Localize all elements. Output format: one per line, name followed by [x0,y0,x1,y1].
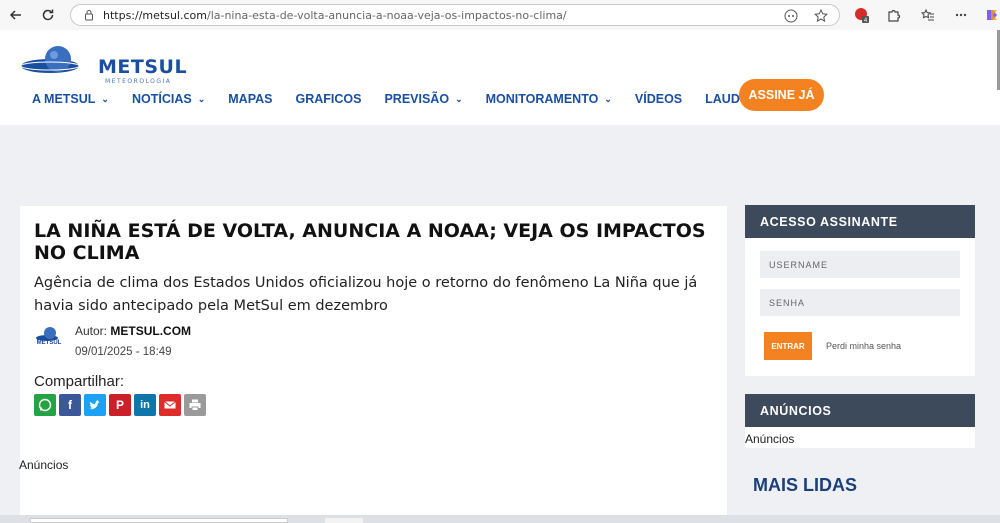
site-header: METSUL METEOROLOGIA A METSUL ⌄ NOTÍCIAS ⌄ … [0,30,1000,125]
browser-toolbar: https://metsul.com/la-nina-esta-de-volta… [0,0,1000,30]
bottom-bar [0,515,1000,523]
password-input[interactable]: SENHA [760,289,960,316]
extension-icon[interactable]: 4 [854,7,870,23]
main-menu: A METSUL ⌄ NOTÍCIAS ⌄ MAPAS GRAFICOS PREVI… [32,84,781,114]
menu-item-graficos[interactable]: GRAFICOS [295,92,361,106]
username-input[interactable]: USERNAME [760,251,960,278]
chevron-down-icon: ⌄ [197,93,206,104]
facebook-icon[interactable]: f [59,394,81,416]
ads-box: ANÚNCIOS Anúncios [745,394,975,448]
subscribe-button[interactable]: ASSINE JÁ [739,79,824,111]
most-read-heading: MAIS LIDAS [753,475,858,495]
pinterest-icon[interactable]: P [109,394,131,416]
metsul-logo[interactable]: METSUL METEOROLOGIA [20,42,187,85]
author-line: Autor: METSUL.COM [75,324,191,338]
site-info-icon[interactable] [83,9,95,21]
twitter-icon[interactable] [84,394,106,416]
menu-item-a-metsul[interactable]: A METSUL ⌄ [32,92,109,106]
menu-item-previsao[interactable]: PREVISÃO ⌄ [384,92,462,106]
chevron-down-icon: ⌄ [604,93,612,104]
share-label: Compartilhar: [34,373,125,390]
url-host: https://metsul.com [103,8,207,22]
menu-item-monitoramento[interactable]: MONITORAMENTO ⌄ [486,92,612,106]
url-path: /la-nina-esta-de-volta-anuncia-a-noaa-ve… [206,8,567,22]
subscriber-login-box: ACESSO ASSINANTE USERNAME SENHA ENTRAR P… [745,205,975,376]
chevron-down-icon: ⌄ [101,93,109,104]
favorite-star-icon[interactable] [813,8,829,24]
address-bar[interactable]: https://metsul.com/la-nina-esta-de-volta… [70,4,840,26]
menu-item-noticias[interactable]: NOTÍCIAS ⌄ [132,92,205,106]
author-avatar-text: METSUL [37,340,62,346]
print-icon[interactable] [184,394,206,416]
copilot-icon[interactable] [984,7,1000,23]
article-lede: Agência de clima dos Estados Unidos ofic… [34,275,698,314]
share-buttons: f P in [34,394,209,416]
reader-mode-icon[interactable] [783,8,799,24]
reload-icon[interactable] [38,5,58,25]
favorites-list-icon[interactable] [920,7,936,23]
author-prefix: Autor: [75,324,108,338]
ads-label: Anúncios [19,458,69,472]
menu-item-videos[interactable]: VÍDEOS [635,92,682,106]
article-card: LA NIÑA ESTÁ DE VOLTA, ANUNCIA A NOAA; V… [20,206,727,523]
login-button[interactable]: ENTRAR [764,332,812,360]
linkedin-icon[interactable]: in [134,394,156,416]
login-box-title: ACESSO ASSINANTE [745,205,975,238]
author-name[interactable]: METSUL.COM [110,324,191,338]
bottom-tab-secondary[interactable] [325,518,363,523]
bottom-tab[interactable] [30,518,288,523]
ads-box-text: Anúncios [745,432,795,446]
forgot-password-link[interactable]: Perdi minha senha [826,341,901,351]
more-menu-icon[interactable] [953,7,969,23]
publish-date: 09/01/2025 - 18:49 [75,346,172,358]
puzzle-extensions-icon[interactable] [886,7,902,23]
author-avatar: METSUL [36,327,62,346]
ads-box-title: ANÚNCIOS [745,394,975,427]
whatsapp-icon[interactable] [34,394,56,416]
article-title: LA NIÑA ESTÁ DE VOLTA, ANUNCIA A NOAA; V… [34,220,706,264]
chevron-down-icon: ⌄ [455,93,463,104]
email-icon[interactable] [159,394,181,416]
globe-logo-icon [20,46,80,73]
back-arrow-icon[interactable] [6,5,26,25]
menu-item-mapas[interactable]: MAPAS [228,92,272,106]
logo-text: METSUL [98,56,188,78]
